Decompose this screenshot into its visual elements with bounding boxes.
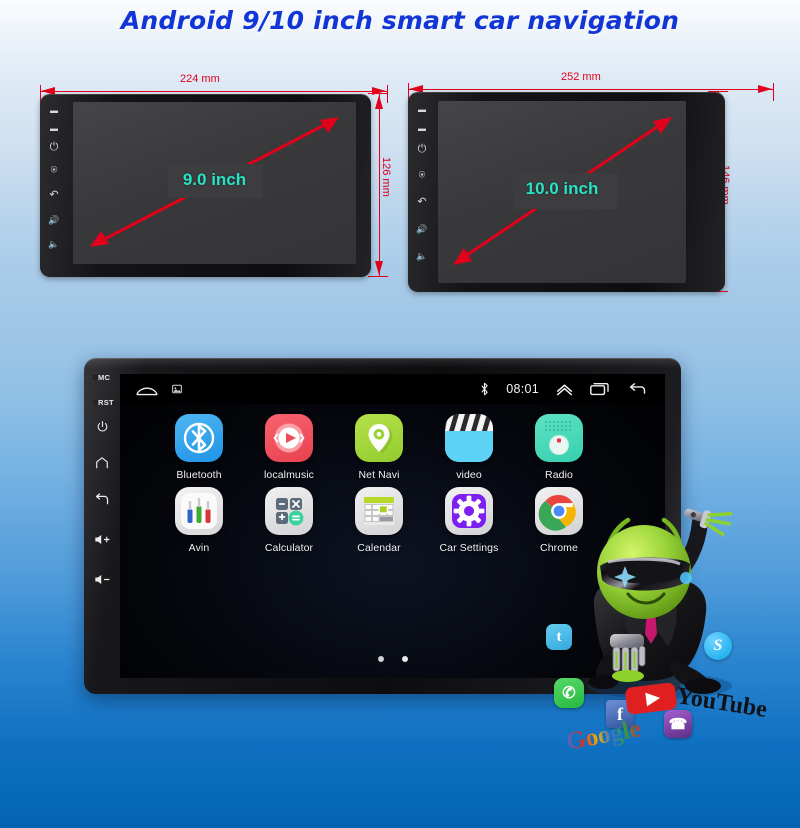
page-dot-active[interactable]	[377, 656, 384, 662]
back-icon: ↶	[417, 196, 427, 208]
reset-slot-icon: ▬	[50, 124, 58, 133]
reset-slot-icon: ▬	[418, 124, 426, 133]
app-label: Avin	[188, 542, 210, 554]
volume-down-icon: 🔈	[48, 239, 60, 249]
map-pin-icon	[355, 414, 403, 462]
app-label: Net Navi	[358, 469, 400, 481]
whatsapp-icon[interactable]: ✆	[554, 678, 584, 708]
home-icon	[96, 457, 108, 469]
app-label: Calendar	[357, 542, 401, 554]
volume-down-icon	[94, 574, 110, 585]
app-label: Bluetooth	[176, 469, 222, 481]
head-unit-screen-2: 10.0 inch	[438, 101, 686, 283]
power-icon: ⏻	[49, 141, 59, 153]
app-label: localmusic	[263, 469, 314, 481]
android-robot-mascot: t ✆ f S ☎ YouTube Google	[546, 494, 769, 756]
music-player-icon	[265, 414, 313, 462]
reset-label: RST	[98, 398, 114, 407]
page-title: Android 9/10 inch smart car navigation	[120, 6, 680, 35]
head-unit-9inch: ▬ ▬ ⏻ ⍟ ↶ 🔊 🔈 9.0 inch	[40, 94, 371, 277]
back-arrow-icon[interactable]	[627, 382, 647, 396]
app-bluetooth[interactable]: Bluetooth	[154, 414, 244, 481]
app-video[interactable]: video	[424, 414, 514, 481]
head-unit-side-buttons: ▬ ▬ ⏻ ⍟ ↶ 🔊 🔈	[40, 94, 70, 277]
app-label: Car Settings	[439, 542, 499, 554]
whatsapp-glyph: ✆	[554, 678, 584, 708]
app-avin[interactable]: Avin	[154, 487, 244, 554]
screen-size-label: 9.0 inch	[182, 170, 247, 189]
width-dimension-label: 224 mm	[180, 73, 220, 85]
mic-slot-icon: ▬	[50, 106, 58, 115]
recent-apps-icon[interactable]	[590, 382, 610, 396]
volume-down-button[interactable]	[84, 573, 120, 589]
app-localmusic[interactable]: localmusic	[244, 414, 334, 481]
youtube-play-badge[interactable]	[624, 682, 680, 716]
power-button[interactable]	[84, 420, 120, 436]
page-dot[interactable]	[401, 656, 408, 662]
status-bar-right: 08:01	[480, 374, 647, 404]
volume-down-icon: 🔈	[416, 251, 428, 261]
twitter-icon[interactable]: t	[546, 624, 572, 650]
home-tent-icon[interactable]	[136, 383, 158, 396]
mic-label: MC	[98, 373, 111, 382]
app-label: video	[456, 469, 482, 481]
app-calculator[interactable]: Calculator	[244, 487, 334, 554]
home-icon: ⍟	[418, 169, 426, 181]
back-icon: ↶	[49, 189, 59, 201]
back-button[interactable]	[84, 493, 120, 509]
power-icon	[97, 421, 107, 432]
app-label: Calculator	[264, 542, 314, 554]
screenshot-icon[interactable]	[172, 384, 182, 394]
skype-glyph: S	[704, 632, 732, 660]
app-label: Radio	[545, 469, 573, 481]
head-unit-side-buttons-2: ▬ ▬ ⏻ ⍟ ↶ 🔊 🔈	[408, 92, 438, 292]
volume-up-icon	[94, 534, 110, 545]
clapperboard-icon	[445, 414, 493, 462]
home-button[interactable]	[84, 456, 120, 472]
rca-plugs-icon	[175, 487, 223, 535]
dimension-diagram-9inch: 224 mm 126 mm ▬ ▬ ⏻ ⍟ ↶ 🔊 🔈 9.0 inch	[28, 62, 392, 292]
width-dimension-label-2: 252 mm	[561, 71, 601, 83]
screen-size-label-2: 10.0 inch	[525, 179, 599, 198]
app-net-navi[interactable]: Net Navi	[334, 414, 424, 481]
twitter-glyph: t	[546, 624, 572, 650]
status-bar: 08:01	[120, 374, 665, 404]
dimension-diagram-10inch: 252 mm 146 mm ▬ ▬ ⏻ ⍟ ↶ 🔊 🔈 10.0 inch	[398, 62, 778, 292]
page-root: Android 9/10 inch smart car navigation 2…	[0, 0, 800, 828]
bluetooth-app-icon	[175, 414, 223, 462]
app-row: Bluetooth localmusic Net Navi video Radi…	[120, 414, 665, 481]
app-car-settings[interactable]: Car Settings	[424, 487, 514, 554]
mic-slot-icon: ▬	[418, 105, 426, 114]
skype-icon[interactable]: S	[704, 632, 732, 660]
calculator-icon	[265, 487, 313, 535]
status-clock: 08:01	[506, 382, 539, 396]
device-bezel-left: MC RST	[84, 358, 120, 694]
volume-up-icon: 🔊	[416, 224, 428, 234]
bluetooth-icon	[480, 382, 489, 396]
head-unit-screen: 9.0 inch	[73, 102, 356, 264]
volume-up-button[interactable]	[84, 533, 120, 549]
chevron-up-icon[interactable]	[556, 383, 573, 396]
app-calendar[interactable]: Calendar	[334, 487, 424, 554]
head-unit-10inch: ▬ ▬ ⏻ ⍟ ↶ 🔊 🔈 10.0 inch	[408, 92, 725, 292]
power-icon: ⏻	[417, 143, 427, 155]
volume-up-icon: 🔊	[48, 215, 60, 225]
gear-icon	[445, 487, 493, 535]
app-radio[interactable]: Radio	[514, 414, 604, 481]
back-icon	[95, 493, 109, 505]
height-dimension-label: 126 mm	[380, 157, 392, 197]
radio-icon	[535, 414, 583, 462]
calendar-icon	[355, 487, 403, 535]
home-icon: ⍟	[50, 164, 58, 176]
status-bar-left	[136, 374, 182, 404]
